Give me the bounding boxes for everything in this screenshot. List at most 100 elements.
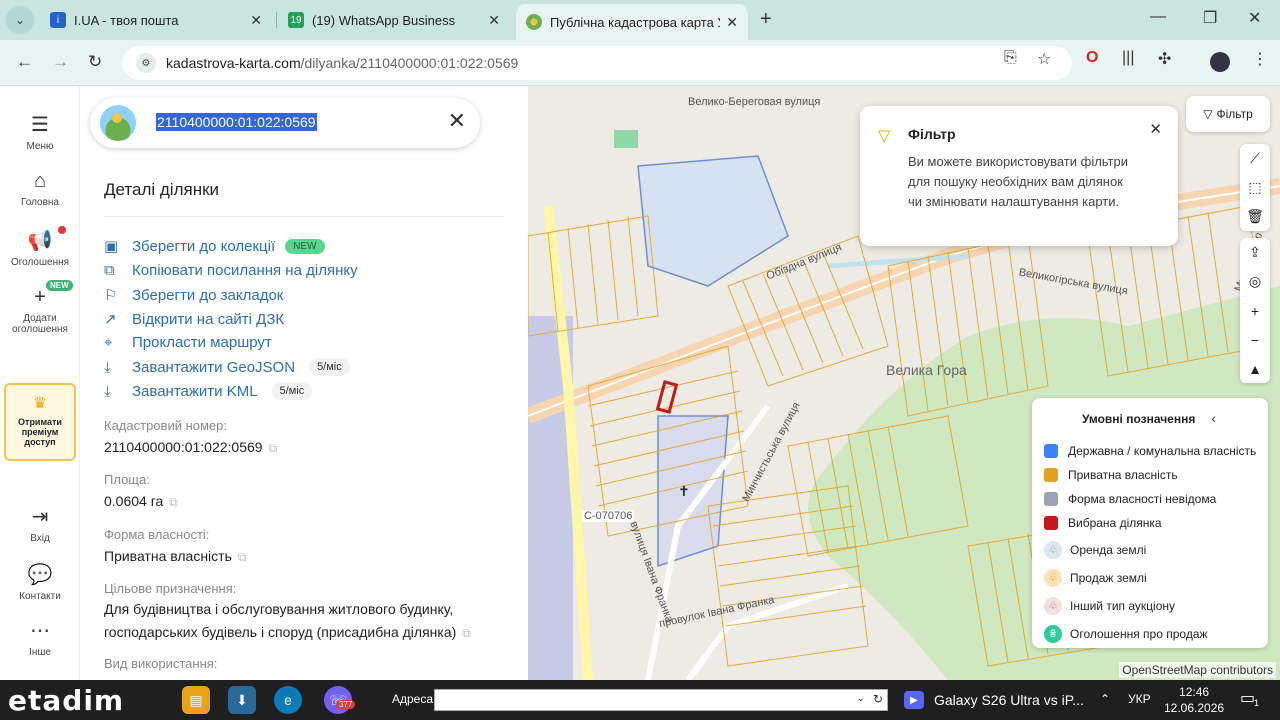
clock[interactable]: 12:46 12.06.2026 bbox=[1164, 684, 1224, 716]
hamburger-icon: ☰ bbox=[31, 114, 49, 136]
home-button[interactable]: ⌂ Головна bbox=[0, 170, 80, 208]
premium-button[interactable]: ♛ Отримати преміум доступ bbox=[4, 383, 76, 461]
add-ads-button[interactable]: + Додати оголошення bbox=[0, 286, 80, 335]
back-icon[interactable]: ← bbox=[16, 52, 33, 72]
legend-item: ♧ Інший тип аукціону bbox=[1044, 597, 1175, 615]
filter-button[interactable]: ▽ Фільтр bbox=[1186, 96, 1270, 132]
media-widget[interactable]: ▶ Galaxy S26 Ultra vs iP... bbox=[904, 691, 1084, 709]
minimize-icon[interactable]: — bbox=[1150, 8, 1166, 26]
route-link[interactable]: ⌖ Прокласти маршрут bbox=[104, 334, 272, 351]
install-app-icon[interactable]: ⎘ bbox=[1004, 49, 1017, 67]
copy-icon[interactable]: ⧉ bbox=[238, 550, 247, 564]
url-field[interactable]: ⚙ kadastrova-karta.com/dilyanka/21104000… bbox=[122, 46, 1072, 80]
legend-item: ♧ Оренда землі bbox=[1044, 541, 1146, 559]
bookmark-link[interactable]: ⚐ Зберегти до закладок bbox=[104, 286, 283, 305]
cad-number-value: 2110400000:01:022:0569 ⧉ bbox=[104, 439, 278, 455]
tab-iua[interactable]: i I.UA - твоя пошта ✕ bbox=[40, 4, 272, 36]
megaphone-icon: 📢 bbox=[27, 230, 53, 252]
go-icon[interactable]: ↻ bbox=[873, 692, 883, 706]
tray-chevron-icon[interactable]: ⌃ bbox=[1100, 692, 1110, 706]
legend-item: ₴ Оголошення про продаж bbox=[1044, 625, 1208, 643]
ownership-value: Приватна власність ⧉ bbox=[104, 548, 247, 564]
search-box[interactable]: 2110400000:01:022:0569 ✕ bbox=[90, 98, 480, 148]
hryvnia-icon: ₴ bbox=[1044, 625, 1062, 643]
close-tab-icon[interactable]: ✕ bbox=[488, 12, 500, 29]
share-icon[interactable]: ⇪ bbox=[1240, 238, 1270, 267]
details-panel: 2110400000:01:022:0569 ✕ Деталі ділянки … bbox=[80, 86, 528, 680]
external-link-icon: ↗ bbox=[104, 311, 117, 328]
close-popup-icon[interactable]: ✕ bbox=[1149, 120, 1162, 138]
address-bar: ← → ↻ ⚙ kadastrova-karta.com/dilyanka/21… bbox=[0, 40, 1280, 86]
sale-icon: ♧ bbox=[1044, 569, 1062, 587]
ruler-icon[interactable]: ⟋ bbox=[1240, 144, 1270, 173]
close-tab-icon[interactable]: ✕ bbox=[726, 14, 738, 31]
star-icon[interactable]: ☆ bbox=[1037, 49, 1051, 69]
trash-icon[interactable]: 🗑 bbox=[1240, 202, 1270, 231]
search-input[interactable]: 2110400000:01:022:0569 bbox=[156, 113, 317, 131]
login-button[interactable]: ⇥ Вхід bbox=[0, 504, 80, 544]
edge-icon[interactable]: e bbox=[274, 686, 302, 714]
crown-icon: ♛ bbox=[32, 395, 48, 412]
taskbar-address-input[interactable]: ⌄ ↻ bbox=[434, 689, 888, 711]
save-collection-link[interactable]: ▣ Зберегти до колекції NEW bbox=[104, 237, 325, 255]
filter-popup: ▽ Фільтр Ви можете використовувати фільт… bbox=[860, 106, 1178, 246]
tab-search-dropdown[interactable]: ⌄ bbox=[6, 6, 34, 34]
zoom-out-icon[interactable]: − bbox=[1240, 325, 1270, 354]
filter-icon: ▽ bbox=[878, 128, 891, 145]
notification-dot bbox=[58, 226, 66, 234]
kml-download-link[interactable]: ⤓ Завантажити KML 5/міс bbox=[104, 382, 313, 400]
home-icon: ⌂ bbox=[33, 170, 47, 192]
copy-link[interactable]: ⧉ Копіювати посилання на ділянку bbox=[104, 262, 358, 279]
tab-kadastr[interactable]: Публічна кадастрова карта Ук ✕ bbox=[516, 4, 748, 40]
explorer-icon[interactable]: ▤ bbox=[182, 686, 210, 714]
store-icon[interactable]: ⬇ bbox=[228, 686, 256, 714]
address-label: Адреса bbox=[392, 692, 434, 706]
map-attribution[interactable]: OpenStreetMap contributors bbox=[1119, 662, 1276, 678]
forward-icon[interactable]: → bbox=[52, 52, 69, 72]
bookmark-icon: ⚐ bbox=[104, 287, 118, 304]
download-icon: ⤓ bbox=[104, 382, 111, 400]
close-window-icon[interactable]: ✕ bbox=[1248, 8, 1261, 28]
chevron-left-icon[interactable]: ‹ bbox=[1211, 410, 1216, 426]
restore-icon[interactable]: ❐ bbox=[1203, 8, 1217, 28]
geojson-download-link[interactable]: ⤓ Завантажити GeoJSON 5/міс bbox=[104, 358, 350, 376]
notification-icon[interactable]: ▭ bbox=[1240, 688, 1255, 708]
compass-icon[interactable]: ▲ bbox=[1240, 354, 1270, 383]
extensions-icon[interactable]: ✣ bbox=[1158, 49, 1171, 69]
chevron-down-icon[interactable]: ⌄ bbox=[857, 693, 865, 704]
new-badge: NEW bbox=[285, 238, 325, 254]
language-indicator[interactable]: УКР bbox=[1128, 692, 1151, 706]
site-info-icon[interactable]: ⚙ bbox=[136, 53, 156, 73]
copy-icon[interactable]: ⧉ bbox=[169, 495, 178, 509]
open-dzk-link[interactable]: ↗ Відкрити на сайті ДЗК bbox=[104, 310, 284, 329]
filter-icon: ▽ bbox=[1203, 107, 1213, 121]
audio-ext-icon[interactable]: ||| bbox=[1122, 49, 1134, 67]
copy-icon[interactable]: ⧉ bbox=[269, 441, 278, 455]
copy-icon[interactable]: ⧉ bbox=[462, 626, 471, 640]
other-button[interactable]: ⋯ Інше bbox=[0, 618, 80, 658]
play-icon: ▶ bbox=[904, 691, 924, 709]
tab-whatsapp[interactable]: 19 (19) WhatsApp Business ✕ bbox=[278, 4, 510, 36]
legend-item: Приватна власність bbox=[1044, 468, 1178, 482]
locate-icon[interactable]: ◎ bbox=[1240, 267, 1270, 296]
zoom-in-icon[interactable]: + bbox=[1240, 296, 1270, 325]
reload-icon[interactable]: ↻ bbox=[88, 52, 102, 72]
close-icon[interactable]: ✕ bbox=[448, 108, 466, 134]
ads-button[interactable]: 📢 Оголошення bbox=[0, 228, 80, 268]
more-icon: ⋯ bbox=[30, 620, 50, 642]
contacts-button[interactable]: 💬 Контакти bbox=[0, 562, 80, 602]
new-tab-icon[interactable]: + bbox=[760, 8, 772, 31]
opera-icon[interactable]: O bbox=[1086, 49, 1098, 67]
chat-icon: 💬 bbox=[27, 564, 53, 586]
login-icon: ⇥ bbox=[31, 506, 49, 528]
close-tab-icon[interactable]: ✕ bbox=[250, 12, 262, 29]
limit-badge: 5/міс bbox=[271, 382, 313, 400]
rent-icon: ♧ bbox=[1044, 541, 1062, 559]
cad-number-label: Кадастровий номер: bbox=[104, 418, 227, 433]
download-icon: ⤓ bbox=[104, 358, 111, 376]
menu-button[interactable]: ☰ Меню bbox=[0, 112, 80, 152]
polygon-icon[interactable]: ⬚ bbox=[1240, 173, 1270, 202]
menu-kebab-icon[interactable]: ⋮ bbox=[1252, 49, 1268, 69]
cadastral-map[interactable]: ✝ Велико-Береговая вулиця Обїздна вулиця… bbox=[528, 86, 1280, 680]
profile-avatar[interactable] bbox=[1210, 52, 1230, 72]
